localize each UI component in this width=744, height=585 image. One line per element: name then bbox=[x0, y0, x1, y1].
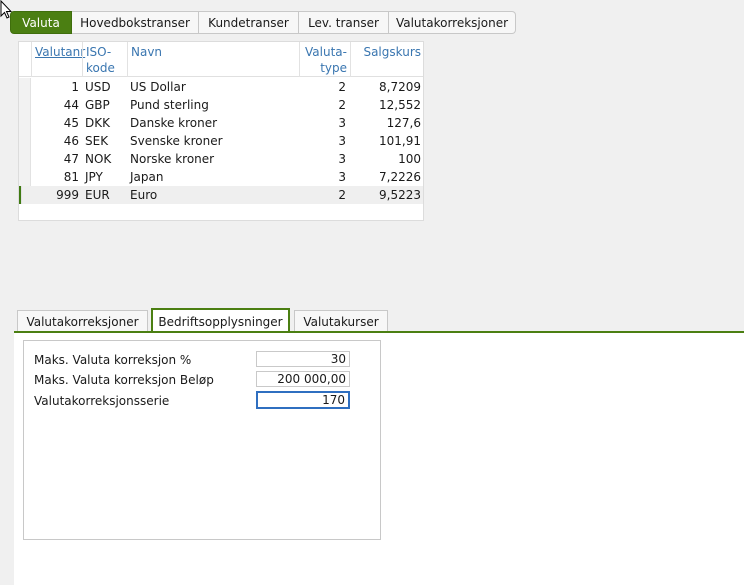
table-row-selected[interactable]: 999 EUR Euro 2 9,5223 bbox=[19, 186, 423, 204]
top-tab-bar: Valuta Hovedbokstranser Kundetranser Lev… bbox=[10, 11, 516, 34]
table-row[interactable]: 45 DKK Danske kroner 3 127,6 bbox=[19, 114, 423, 132]
table-row[interactable]: 81 JPY Japan 3 7,2226 bbox=[19, 168, 423, 186]
cell-iso: SEK bbox=[85, 134, 109, 148]
tab-hovedbokstranser[interactable]: Hovedbokstranser bbox=[72, 11, 199, 34]
table-row[interactable]: 46 SEK Svenske kroner 3 101,91 bbox=[19, 132, 423, 150]
cell-salgskurs: 100 bbox=[398, 152, 421, 166]
cell-navn: Pund sterling bbox=[130, 98, 209, 112]
tab-valutakurser[interactable]: Valutakurser bbox=[294, 310, 388, 332]
tab-valutakorreksjoner[interactable]: Valutakorreksjoner bbox=[389, 11, 516, 34]
cell-type: 2 bbox=[338, 188, 346, 202]
column-header-navn[interactable]: Navn bbox=[127, 42, 299, 77]
tab-bedriftsopplysninger[interactable]: Bedriftsopplysninger bbox=[151, 308, 290, 333]
grid-header: Valutanr ISO- kode Navn Valuta- type Sal… bbox=[19, 42, 423, 77]
cell-type: 3 bbox=[338, 116, 346, 130]
cell-valutanr: 81 bbox=[63, 170, 79, 184]
column-header-salgskurs[interactable]: Salgskurs bbox=[350, 42, 424, 77]
row-selector[interactable] bbox=[19, 78, 31, 96]
label-correction-series: Valutakorreksjonsserie bbox=[34, 394, 170, 408]
cell-navn: Japan bbox=[130, 170, 164, 184]
table-row[interactable]: 1 USD US Dollar 2 8,7209 bbox=[19, 78, 423, 96]
cell-salgskurs: 8,7209 bbox=[379, 80, 421, 94]
cell-type: 3 bbox=[338, 152, 346, 166]
cell-type: 2 bbox=[338, 98, 346, 112]
cell-navn: Danske kroner bbox=[130, 116, 218, 130]
cell-type: 2 bbox=[338, 80, 346, 94]
cell-type: 3 bbox=[338, 170, 346, 184]
cell-iso: NOK bbox=[85, 152, 112, 166]
cell-navn: Norske kroner bbox=[130, 152, 215, 166]
cell-salgskurs: 9,5223 bbox=[379, 188, 421, 202]
cell-navn: Euro bbox=[130, 188, 158, 202]
cell-iso: USD bbox=[85, 80, 111, 94]
company-settings-form bbox=[23, 340, 381, 540]
cell-valutanr: 999 bbox=[56, 188, 79, 202]
tab-kundetranser[interactable]: Kundetranser bbox=[199, 11, 299, 34]
max-correction-amount-input[interactable] bbox=[256, 371, 350, 387]
tab-valuta[interactable]: Valuta bbox=[10, 11, 72, 34]
cell-salgskurs: 7,2226 bbox=[379, 170, 421, 184]
currency-grid: Valutanr ISO- kode Navn Valuta- type Sal… bbox=[18, 41, 424, 221]
cell-navn: US Dollar bbox=[130, 80, 186, 94]
label-max-correction-percent: Maks. Valuta korreksjon % bbox=[34, 353, 192, 367]
cell-iso: DKK bbox=[85, 116, 110, 130]
cell-salgskurs: 12,552 bbox=[379, 98, 421, 112]
table-row[interactable]: 47 NOK Norske kroner 3 100 bbox=[19, 150, 423, 168]
tab-lev-transer[interactable]: Lev. transer bbox=[299, 11, 389, 34]
correction-series-input[interactable] bbox=[256, 391, 350, 409]
row-selector[interactable] bbox=[19, 96, 31, 114]
row-selector[interactable] bbox=[19, 168, 31, 186]
cell-valutanr: 47 bbox=[63, 152, 79, 166]
cell-salgskurs: 127,6 bbox=[386, 116, 421, 130]
cell-iso: JPY bbox=[85, 170, 103, 184]
cell-iso: GBP bbox=[85, 98, 110, 112]
table-row[interactable]: 44 GBP Pund sterling 2 12,552 bbox=[19, 96, 423, 114]
cell-iso: EUR bbox=[85, 188, 110, 202]
row-selector[interactable] bbox=[19, 132, 31, 150]
row-selector[interactable] bbox=[19, 114, 31, 132]
row-selector-active[interactable] bbox=[19, 186, 22, 204]
row-selector[interactable] bbox=[19, 150, 31, 168]
label-max-correction-amount: Maks. Valuta korreksjon Beløp bbox=[34, 373, 214, 387]
column-header-valutatype[interactable]: Valuta- type bbox=[299, 42, 350, 77]
tab-valutakorreksjoner-detail[interactable]: Valutakorreksjoner bbox=[17, 310, 148, 332]
column-header-iso-kode[interactable]: ISO- kode bbox=[82, 42, 127, 77]
cell-salgskurs: 101,91 bbox=[379, 134, 421, 148]
cell-valutanr: 45 bbox=[63, 116, 79, 130]
cell-valutanr: 46 bbox=[63, 134, 79, 148]
column-header-valutanr[interactable]: Valutanr bbox=[31, 42, 85, 77]
cell-navn: Svenske kroner bbox=[130, 134, 223, 148]
cell-valutanr: 44 bbox=[63, 98, 79, 112]
cell-valutanr: 1 bbox=[71, 80, 79, 94]
cell-type: 3 bbox=[338, 134, 346, 148]
max-correction-percent-input[interactable] bbox=[256, 351, 350, 367]
